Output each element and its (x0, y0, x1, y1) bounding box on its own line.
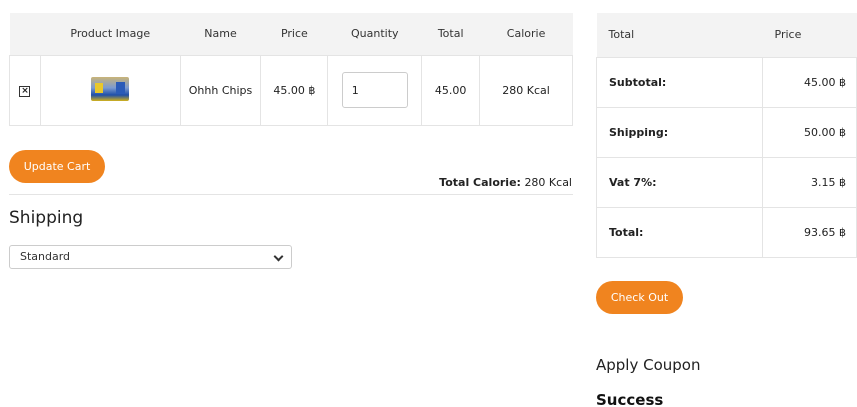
quantity-cell (327, 54, 423, 126)
col-header-total: Total (421, 13, 480, 55)
totals-header-row: Total Price (596, 13, 857, 57)
vat-label: Vat 7%: (596, 156, 763, 208)
subtotal-label: Subtotal: (596, 56, 763, 108)
total-calorie-label: Total Calorie: (439, 176, 521, 189)
subtotal-value: 45.00 ฿ (762, 56, 857, 108)
checkout-button[interactable]: Check Out (596, 281, 683, 314)
shipping-selected-value: Standard (20, 250, 71, 263)
shipping-label: Shipping: (596, 106, 763, 158)
coupon-status: Success (596, 391, 664, 407)
divider (9, 194, 573, 195)
col-header-calorie: Calorie (479, 13, 573, 55)
table-row: Shipping: 50.00 ฿ (596, 106, 857, 158)
total-calorie-value: 280 Kcal (524, 176, 572, 189)
shipping-select[interactable]: Standard (9, 245, 292, 269)
table-row: Vat 7%: 3.15 ฿ (596, 156, 857, 208)
product-image-cell (39, 54, 181, 126)
cart-totals-table: Total Price Subtotal: 45.00 ฿ Shipping: … (596, 13, 857, 258)
apply-coupon-title: Apply Coupon (596, 356, 701, 374)
table-row: Total: 93.65 ฿ (596, 206, 857, 258)
shipping-value: 50.00 ฿ (762, 106, 857, 158)
cart-table: Product Image Name Price Quantity Total … (9, 13, 573, 126)
quantity-input[interactable] (341, 72, 408, 108)
shipping-title: Shipping (9, 208, 84, 228)
product-total: 45.00 (421, 54, 481, 126)
table-row: × Ohhh Chips 45.00 ฿ 45.00 280 Kcal (9, 54, 573, 126)
grand-total-label: Total: (596, 206, 763, 258)
col-header-name: Name (180, 13, 261, 55)
product-image (91, 76, 130, 101)
product-name: Ohhh Chips (179, 54, 262, 126)
grand-total-value: 93.65 ฿ (762, 206, 857, 258)
col-header-remove (9, 13, 41, 55)
close-box-icon[interactable]: × (19, 86, 31, 97)
product-price: 45.00 ฿ (260, 54, 329, 126)
totals-header-total: Total (596, 13, 763, 57)
vat-value: 3.15 ฿ (762, 156, 857, 208)
col-header-product-image: Product Image (40, 13, 181, 55)
cart-header-row: Product Image Name Price Quantity Total … (9, 13, 573, 55)
total-calorie: Total Calorie: 280 Kcal (439, 176, 572, 189)
remove-cell: × (9, 54, 41, 126)
update-cart-button[interactable]: Update Cart (9, 150, 105, 183)
totals-header-price: Price (762, 13, 857, 57)
table-row: Subtotal: 45.00 ฿ (596, 56, 857, 108)
product-calorie: 280 Kcal (479, 54, 573, 126)
col-header-price: Price (260, 13, 328, 55)
col-header-quantity: Quantity (327, 13, 422, 55)
chevron-down-icon (273, 251, 284, 262)
